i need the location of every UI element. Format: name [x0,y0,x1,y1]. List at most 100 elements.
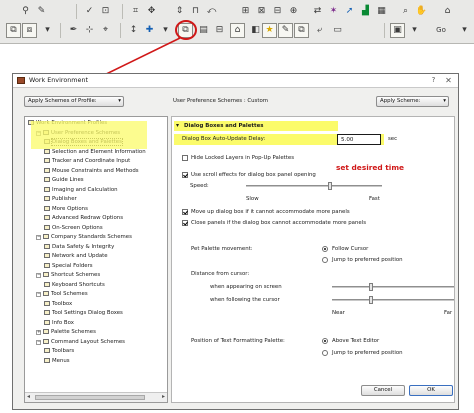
folder-icon [44,300,50,306]
auto-update-label: Dialog Box Auto-Update Delay: [182,136,266,142]
tree-item[interactable]: Data Safety & Integrity [44,243,114,251]
move-up-label: Move up dialog box if it cannot accommod… [191,209,350,215]
folder-icon [44,253,50,258]
scroll-effects-label: Use scroll effects for dialog box panel … [191,172,316,178]
help-icon[interactable]: ? [428,75,439,86]
tree-item-label: Advanced Redraw Options [52,215,124,221]
speed-label: Speed: [190,183,209,189]
work-environment-dialog: Work Environment ? ✕ Apply Schemes of Pr… [12,73,459,410]
folder-icon [43,129,49,135]
apply-scheme-button[interactable]: Apply Scheme: ▾ [376,96,449,107]
tree-item[interactable]: Guide Lines [44,177,84,184]
tree-item[interactable]: − Company Standards Schemes [36,234,132,241]
folder-icon [44,348,50,353]
appearing-slider-track[interactable] [332,286,454,288]
auto-update-unit: sec [388,136,398,142]
distance-label: Distance from cursor: [191,271,250,277]
folder-icon [44,196,50,201]
tree-item-label: User Preference Schemes [51,129,121,136]
tree-item-label: Special Folders [52,262,93,269]
apply-profile-button[interactable]: Apply Schemes of Profile: ▾ [24,96,124,107]
hide-locked-checkbox[interactable] [182,155,188,161]
cancel-button[interactable]: Cancel [361,385,405,396]
tree-item[interactable]: Menus [44,357,70,365]
tree-item[interactable]: Toolbox [44,300,72,308]
folder-icon [44,243,50,249]
tree-item-label: Dialog Boxes and Palettes [51,138,123,146]
folder-icon [44,177,50,182]
scroll-right-icon[interactable]: ▸ [162,393,165,400]
collapse-icon[interactable]: − [36,339,41,345]
distance-far-label: Far [444,310,453,316]
tree-item-label: Tool Schemes [51,291,88,297]
folder-icon [44,262,50,268]
tree-item[interactable]: Special Folders [44,262,93,270]
folder-icon [44,167,50,173]
tree-item[interactable]: Advanced Redraw Options [44,215,123,222]
folder-icon [43,329,49,334]
folder-icon [28,120,34,125]
tree-item-label: Info Box [52,319,74,326]
following-slider-track[interactable] [332,299,454,301]
tree-item[interactable]: Selection and Element Information [44,148,146,156]
tree-item[interactable]: On-Screen Options [44,224,103,232]
folder-icon [44,186,50,192]
tree-item[interactable]: − Command Layout Schemes [36,338,125,346]
close-icon[interactable]: ✕ [443,75,454,86]
move-up-checkbox[interactable] [182,209,188,215]
tree-item[interactable]: − User Preference Schemes [36,129,121,137]
following-slider-thumb[interactable] [369,296,374,304]
pet-jump-radio[interactable] [322,257,328,263]
tree-item[interactable]: Imaging and Calculation [44,186,118,194]
speed-slider-thumb[interactable] [328,182,333,190]
auto-update-input[interactable]: 5.00 [337,134,381,145]
pet-follow-radio[interactable] [322,246,328,252]
folder-icon [44,310,50,315]
pet-follow-label: Follow Cursor [332,246,369,252]
tree-scrollbar[interactable]: ◂ ▸ [25,392,167,402]
folder-icon [43,338,49,344]
tree-item[interactable]: Info Box [44,319,74,327]
text-above-radio[interactable] [322,338,328,344]
section-triangle-icon[interactable]: ▾ [176,122,179,129]
scroll-effects-checkbox[interactable] [182,172,188,178]
tree-item[interactable]: More Options [44,205,88,213]
tree-item[interactable]: + Palette Schemes [36,329,96,336]
folder-icon [44,281,50,287]
tree-item-label: Mouse Constraints and Methods [52,167,139,174]
collapse-icon[interactable]: − [36,292,41,297]
tree-item[interactable]: Toolbars [44,348,74,355]
tree-item[interactable]: Mouse Constraints and Methods [44,167,139,175]
tree-item[interactable]: Tracker and Coordinate Input [44,158,130,165]
scroll-thumb[interactable] [35,395,145,400]
collapse-icon[interactable]: − [36,130,41,136]
speed-slider-track[interactable] [246,185,382,187]
tree-item[interactable]: Keyboard Shortcuts [44,281,105,289]
expand-icon[interactable]: + [36,330,41,335]
tree-item[interactable]: Dialog Boxes and Palettes [44,138,123,146]
close-panels-checkbox[interactable] [182,220,188,226]
tree-item[interactable]: Tool Settings Dialog Boxes [44,310,123,317]
tree-item-label: Publisher [52,196,77,202]
ok-button[interactable]: OK [409,385,453,396]
chevron-down-icon: ▾ [118,98,121,104]
collapse-icon[interactable]: − [36,273,41,278]
scroll-left-icon[interactable]: ◂ [27,393,30,400]
close-panels-label: Close panels if the dialog box cannot ac… [191,220,367,226]
tree-item[interactable]: Network and Update [44,253,108,260]
apply-scheme-label: Apply Scheme: [380,98,421,104]
annotation-circle [175,20,197,40]
appearing-slider-thumb[interactable] [369,283,374,291]
hide-locked-label: Hide Locked Layers in Pop-Up Palettes [191,155,295,161]
appearing-label: when appearing on screen [210,284,282,290]
text-jump-radio[interactable] [322,350,328,356]
scheme-tree[interactable]: Work Environment Profiles − User Preferenc… [24,116,168,403]
tree-item-label: Palette Schemes [51,329,96,335]
collapse-icon[interactable]: − [36,235,41,240]
apply-profile-label: Apply Schemes of Profile: [28,98,97,104]
tree-item-label: Toolbars [52,348,75,354]
tree-item[interactable]: − Shortcut Schemes [36,272,100,279]
tree-item[interactable]: Publisher [44,196,77,203]
tree-item[interactable]: Work Environment Profiles [28,120,107,127]
tree-item[interactable]: − Tool Schemes [36,291,88,298]
